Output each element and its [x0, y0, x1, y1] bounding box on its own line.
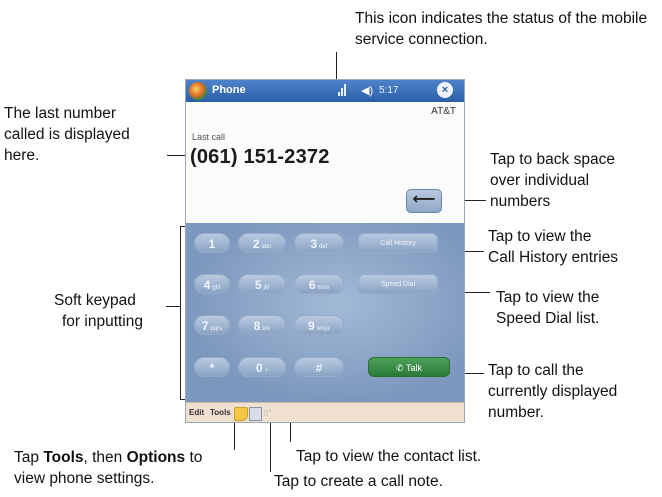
soft-keypad-annotation: Soft keypad for inputting — [54, 292, 143, 330]
contacts-pointer — [290, 420, 291, 442]
speaker-icon[interactable]: ◀) — [361, 84, 373, 97]
key-3[interactable]: 3 def — [294, 233, 344, 253]
call-history-annotation: Tap to view the Call History entries — [488, 228, 619, 266]
backspace-button[interactable]: ⟵ — [406, 189, 442, 213]
key-4[interactable]: 4 ghi — [194, 274, 230, 294]
carrier-label: AT&T — [431, 106, 456, 117]
key-1[interactable]: 1 — [194, 233, 230, 253]
key-hash[interactable]: # — [294, 357, 344, 377]
tools-menu[interactable]: Tools — [210, 408, 231, 417]
key-star[interactable]: * — [194, 357, 230, 377]
backspace-annotation: Tap to back space over individual number… — [490, 151, 615, 210]
speed-dial-button[interactable]: Speed Dial — [358, 274, 438, 294]
tools-pointer — [234, 420, 235, 450]
key-0[interactable]: 0 + — [238, 357, 286, 377]
keypad-bracket-vertical — [180, 226, 181, 400]
talk-annotation: Tap to call the currently displayed numb… — [488, 362, 618, 421]
phone-screen: Phone ◀) 5:17 × AT&T Last call (061) 151… — [185, 79, 465, 423]
call-note-icon[interactable] — [234, 407, 248, 421]
dialed-number: (061) 151-2372 — [190, 146, 330, 168]
contacts-icon[interactable] — [249, 407, 262, 421]
key-2[interactable]: 2 abc — [238, 233, 286, 253]
key-5[interactable]: 5 jkl — [238, 274, 286, 294]
call-note-annotation: Tap to create a call note. — [274, 473, 443, 490]
last-number-annotation: The last number called is displayed here… — [4, 105, 130, 164]
talk-button[interactable]: ✆ Talk — [368, 357, 450, 377]
keypad-bracket-pointer — [166, 306, 180, 307]
last-call-label: Last call — [192, 132, 226, 142]
status-icon-annotation: This icon indicates the status of the mo… — [355, 10, 648, 48]
key-7[interactable]: 7 pqrs — [194, 315, 230, 335]
menu-bar: Edit Tools ▯° — [186, 402, 464, 422]
windows-start-icon[interactable] — [189, 82, 207, 100]
close-icon[interactable]: × — [437, 82, 453, 98]
call-note-pointer — [270, 420, 271, 472]
speed-dial-annotation: Tap to view the Speed Dial list. — [496, 289, 600, 327]
edit-menu[interactable]: Edit — [189, 408, 204, 417]
tools-annotation: Tap Tools, then Options to view phone se… — [14, 449, 203, 487]
key-6[interactable]: 6 mno — [294, 274, 344, 294]
left-arrow-icon: ⟵ — [412, 191, 436, 208]
app-title: Phone — [212, 84, 246, 96]
input-panel-icon[interactable]: ▯° — [264, 408, 272, 417]
call-history-button[interactable]: Call History — [358, 233, 438, 253]
key-8[interactable]: 8 tuv — [238, 315, 286, 335]
contacts-annotation: Tap to view the contact list. — [296, 448, 482, 465]
soft-keypad: 1 2 abc 3 def Call History 4 ghi 5 jkl 6 mno … — [186, 223, 464, 402]
clock[interactable]: 5:17 — [379, 85, 398, 96]
phone-handset-icon: ✆ — [396, 363, 406, 373]
title-bar: Phone ◀) 5:17 × — [186, 80, 464, 102]
key-9[interactable]: 9 wxyz — [294, 315, 344, 335]
signal-strength-icon[interactable] — [338, 84, 346, 96]
